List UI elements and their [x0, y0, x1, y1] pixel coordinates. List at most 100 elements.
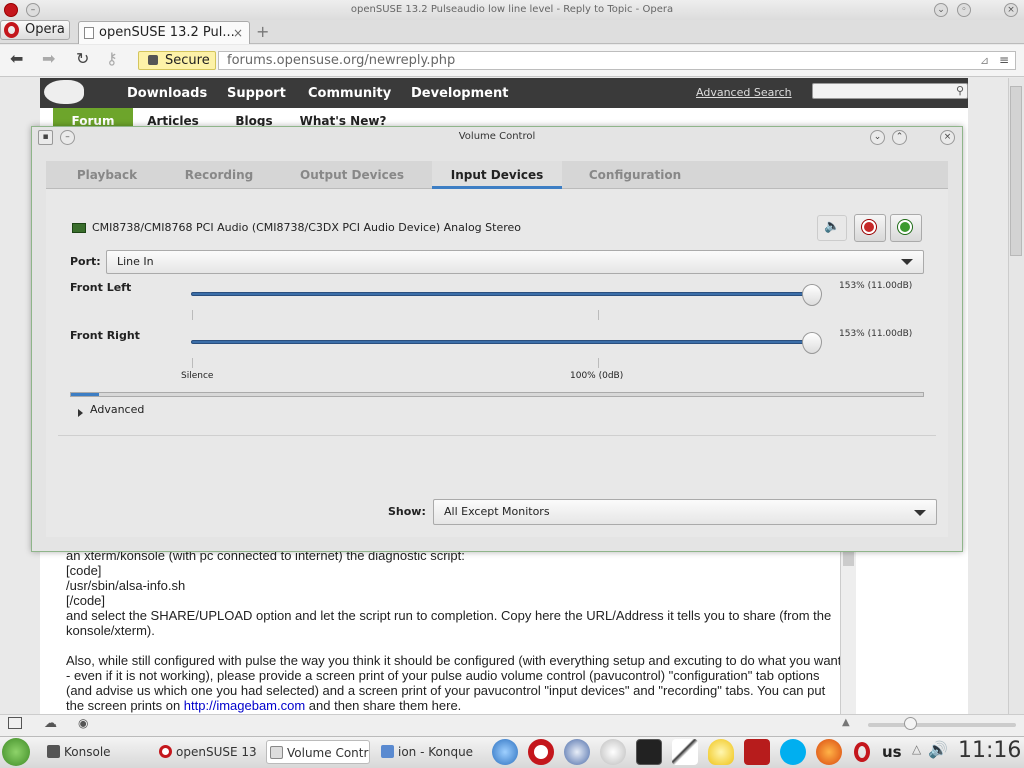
post-line: and select the SHARE/UPLOAD option and l…	[66, 608, 832, 638]
cloud-icon[interactable]: ☁	[44, 716, 57, 731]
task-opera[interactable]: openSUSE 13	[156, 740, 260, 764]
opera-tray-icon[interactable]	[854, 742, 870, 762]
opera-menu-button[interactable]: Opera	[0, 20, 70, 40]
dictionary-launcher-icon[interactable]	[744, 739, 770, 765]
page-icon	[84, 27, 94, 39]
port-label: Port:	[70, 255, 101, 268]
menu-icon[interactable]: ≡	[999, 53, 1009, 67]
device-name: CMI8738/CMI8768 PCI Audio (CMI8738/C3DX …	[92, 221, 521, 234]
text-editor-launcher-icon[interactable]	[672, 739, 698, 765]
port-select[interactable]: Line In	[106, 250, 924, 274]
advanced-expander[interactable]: Advanced	[90, 403, 144, 416]
volume-control-title-bar: Volume Control	[32, 127, 962, 149]
lightbulb-icon[interactable]	[708, 739, 734, 765]
key-icon[interactable]: ⚷	[106, 49, 118, 68]
nav-downloads[interactable]: Downloads	[127, 86, 207, 101]
input-devices-panel	[46, 189, 948, 537]
opera-o-icon	[4, 22, 19, 38]
restore-icon[interactable]: ◦	[957, 3, 971, 17]
search-icon[interactable]: ⚲	[956, 84, 964, 97]
secure-badge[interactable]: Secure	[138, 51, 216, 70]
mute-button[interactable]: 🔈	[817, 215, 847, 241]
chevron-down-icon[interactable]: ⌄	[934, 3, 948, 17]
application-launcher-icon[interactable]	[2, 738, 30, 766]
expander-arrow-icon[interactable]	[78, 409, 83, 417]
stop-icon	[862, 220, 876, 234]
post-paragraph-end: and then share them here.	[305, 698, 462, 713]
maximize-icon[interactable]: ⌃	[892, 130, 907, 145]
skype-launcher-icon[interactable]	[780, 739, 806, 765]
address-bar[interactable]: forums.opensuse.org/newreply.php	[218, 51, 1016, 70]
close-icon[interactable]: ×	[940, 130, 955, 145]
volume-control-title: Volume Control	[458, 131, 536, 142]
zoom-slider[interactable]	[868, 723, 1016, 727]
clock[interactable]: 11:16	[958, 738, 1021, 763]
post-paragraph: Also, while still configured with pulse …	[66, 653, 842, 713]
nav-development[interactable]: Development	[411, 86, 508, 101]
tab-output-devices[interactable]: Output Devices	[288, 161, 416, 189]
set-default-button[interactable]	[890, 214, 922, 242]
panel-toggle-icon[interactable]	[8, 717, 22, 729]
check-icon	[898, 220, 912, 234]
show-filter-select[interactable]: All Except Monitors	[433, 499, 937, 525]
editor-scroll-thumb[interactable]	[843, 552, 854, 566]
post-line: /usr/sbin/alsa-info.sh	[66, 578, 186, 593]
konqueror-launcher-icon[interactable]	[492, 739, 518, 765]
forward-icon[interactable]: ➡	[42, 49, 55, 68]
front-right-slider-track[interactable]	[191, 340, 815, 344]
peak-level-meter	[70, 392, 924, 397]
reload-icon[interactable]: ↻	[76, 49, 89, 68]
speed-dial-icon[interactable]: ◉	[78, 716, 88, 730]
rss-icon[interactable]: ⊿	[980, 54, 989, 67]
tab-input-devices[interactable]: Input Devices	[432, 161, 562, 189]
thunderbird-launcher-icon[interactable]	[564, 739, 590, 765]
zoom-up-icon[interactable]: ▲	[842, 717, 850, 728]
nav-community[interactable]: Community	[308, 86, 391, 101]
scale-tick	[598, 358, 599, 368]
port-value: Line In	[117, 255, 154, 268]
reply-editor-text[interactable]: an xterm/konsole (with pc connected to i…	[66, 548, 842, 714]
volume-control-icon	[270, 746, 283, 759]
opera-launcher-icon[interactable]	[528, 739, 554, 765]
tray-expand-icon[interactable]: △	[912, 742, 921, 756]
zoom-slider-knob[interactable]	[904, 717, 917, 730]
firefox-launcher-icon[interactable]	[816, 739, 842, 765]
advanced-search-link[interactable]: Advanced Search	[696, 86, 792, 99]
tab-close-icon[interactable]: ×	[233, 22, 243, 44]
minimize-icon[interactable]: ⌄	[870, 130, 885, 145]
task-konsole[interactable]: Konsole	[44, 740, 148, 764]
page-scroll-thumb[interactable]	[1010, 86, 1022, 256]
scale-tick	[598, 310, 599, 320]
front-right-value: 153% (11.00dB)	[839, 329, 913, 339]
site-search-input[interactable]: ⚲	[812, 83, 968, 99]
browser-tab[interactable]: openSUSE 13.2 Pul... ×	[78, 21, 250, 44]
window-menu-icon[interactable]: ▪	[38, 130, 53, 145]
tab-playback[interactable]: Playback	[54, 161, 160, 189]
new-tab-button[interactable]: +	[256, 22, 269, 41]
url-text: forums.opensuse.org/newreply.php	[227, 53, 456, 68]
terminal-launcher-icon[interactable]	[636, 739, 662, 765]
post-line: [code]	[66, 563, 102, 578]
close-icon[interactable]: ×	[1004, 3, 1018, 17]
minimize-icon[interactable]: –	[26, 3, 40, 17]
imagebam-link[interactable]: http://imagebam.com	[184, 698, 305, 713]
task-volume-control[interactable]: Volume Contr	[266, 740, 370, 764]
post-line: [/code]	[66, 593, 106, 608]
tab-recording[interactable]: Recording	[166, 161, 272, 189]
lock-channels-button[interactable]	[854, 214, 886, 242]
divider	[58, 435, 936, 436]
front-left-slider-track[interactable]	[191, 292, 815, 296]
tab-title: openSUSE 13.2 Pul...	[99, 25, 235, 40]
task-konqueror[interactable]: ion - Konque	[378, 740, 482, 764]
keep-above-icon[interactable]: –	[60, 130, 75, 145]
task-label: Konsole	[64, 745, 111, 759]
amarok-launcher-icon[interactable]	[600, 739, 626, 765]
speaker-icon[interactable]: 🔊	[928, 740, 948, 759]
tab-configuration[interactable]: Configuration	[580, 161, 690, 189]
back-icon[interactable]: ⬅	[10, 49, 23, 68]
editor-scrollbar[interactable]	[840, 548, 856, 714]
keyboard-layout-indicator[interactable]: us	[882, 743, 902, 761]
speaker-muted-icon: 🔈	[824, 219, 841, 234]
lock-icon	[148, 55, 158, 65]
nav-support[interactable]: Support	[227, 86, 286, 101]
